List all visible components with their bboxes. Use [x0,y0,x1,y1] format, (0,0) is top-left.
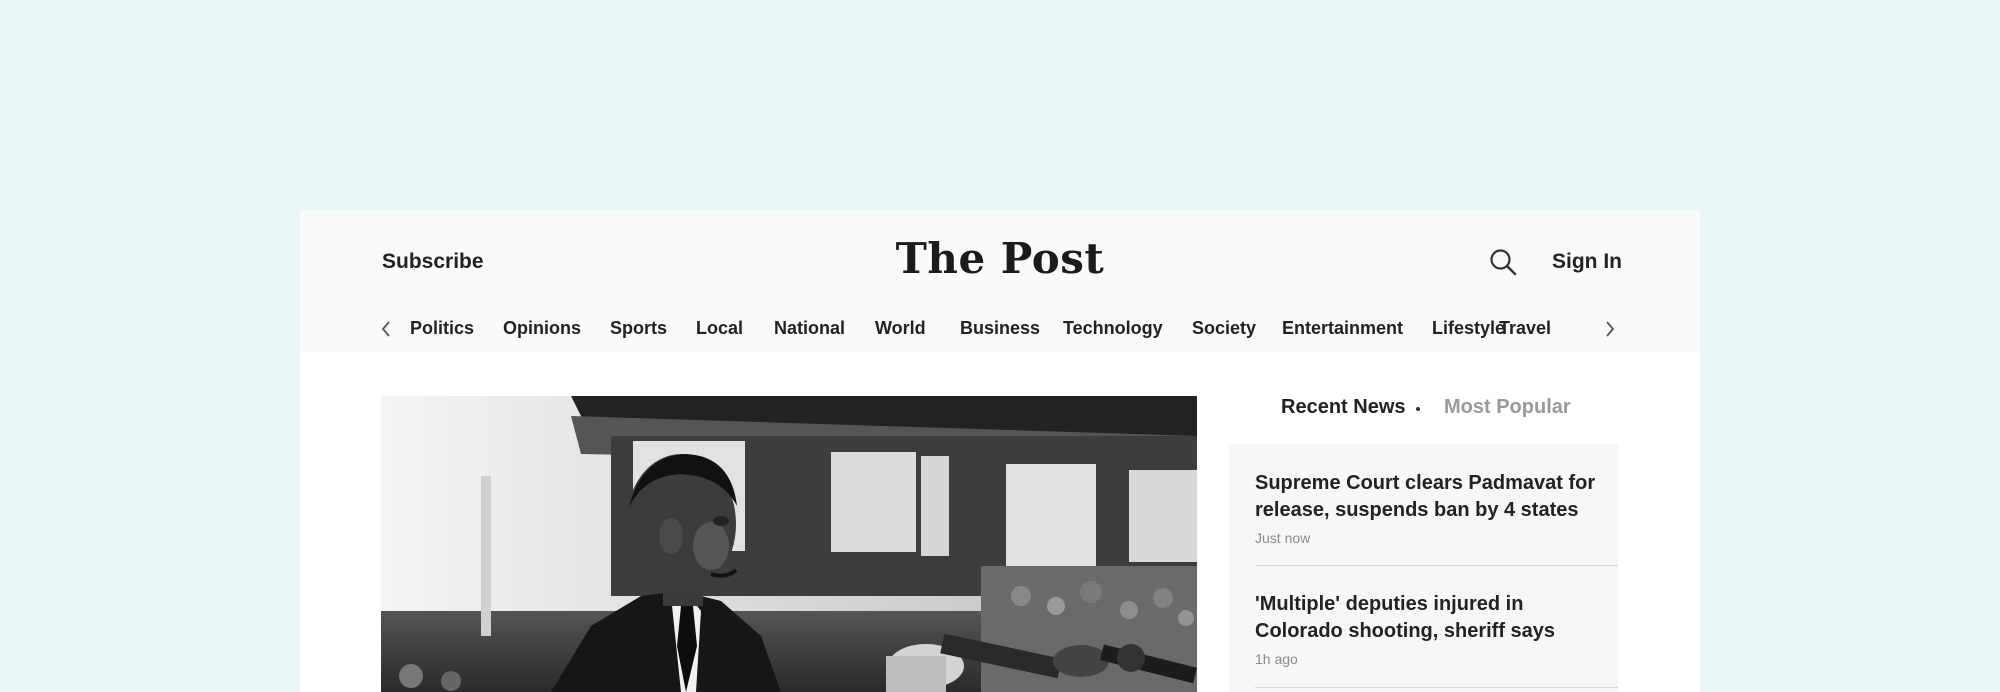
nav-item-society[interactable]: Society [1192,318,1256,339]
nav-item-travel[interactable]: Travel [1499,318,1551,339]
nav-item-politics[interactable]: Politics [410,318,474,339]
chevron-left-icon[interactable] [376,314,396,344]
list-item[interactable]: 'Multiple' deputies injured in Colorado … [1229,566,1618,688]
subscribe-link[interactable]: Subscribe [382,250,484,274]
nav-item-local[interactable]: Local [696,318,743,339]
news-timestamp: 1h ago [1255,651,1298,667]
nav-item-opinions[interactable]: Opinions [503,318,581,339]
recent-news-list: Supreme Court clears Padmavat for releas… [1229,444,1618,692]
hero-image[interactable] [381,396,1197,692]
site-frame: Subscribe The Post Sign In Politics Opin… [300,210,1700,692]
nav-item-entertainment[interactable]: Entertainment [1282,318,1403,339]
nav-item-business[interactable]: Business [960,318,1040,339]
section-nav: Politics Opinions Sports Local National … [300,314,1700,344]
nav-item-lifestyle[interactable]: Lifestyle [1432,318,1505,339]
divider [1255,687,1618,688]
nav-item-national[interactable]: National [774,318,845,339]
tab-separator-dot [1416,407,1420,411]
nav-item-technology[interactable]: Technology [1063,318,1163,339]
sign-in-link[interactable]: Sign In [1552,250,1622,274]
list-item[interactable]: Supreme Court clears Padmavat for releas… [1229,444,1618,566]
masthead: Subscribe The Post Sign In Politics Opin… [300,210,1700,352]
nav-item-world[interactable]: World [875,318,926,339]
chevron-right-icon[interactable] [1600,314,1620,344]
news-timestamp: Just now [1255,530,1311,546]
news-headline[interactable]: 'Multiple' deputies injured in Colorado … [1255,591,1605,645]
search-icon[interactable] [1489,248,1517,276]
tab-most-popular[interactable]: Most Popular [1444,396,1571,419]
news-headline[interactable]: Supreme Court clears Padmavat for releas… [1255,470,1605,524]
nav-item-sports[interactable]: Sports [610,318,667,339]
tab-recent-news[interactable]: Recent News [1281,396,1406,419]
sidebar-tabs: Recent News Most Popular [1281,396,1571,428]
